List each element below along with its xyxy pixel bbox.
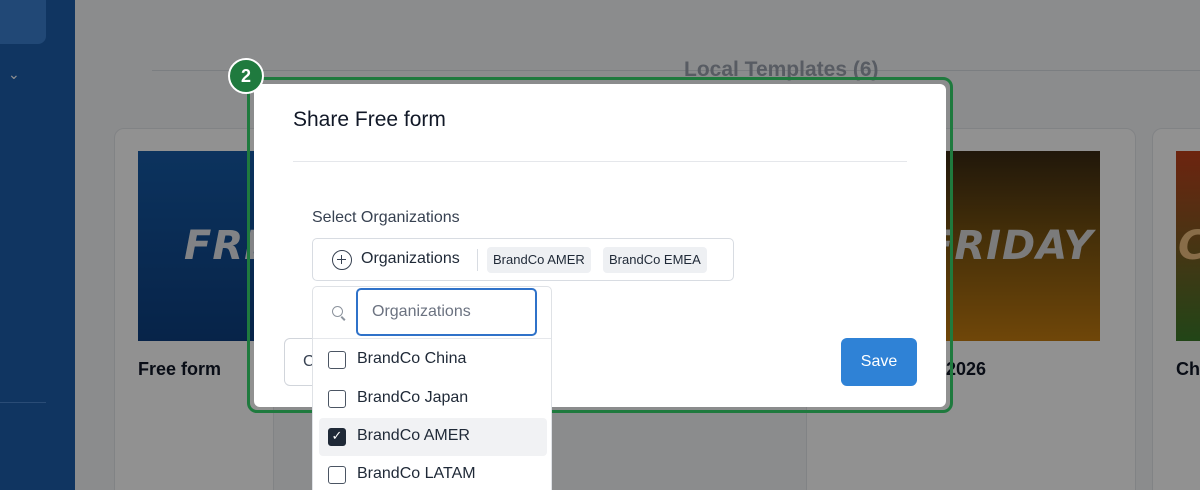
checkbox[interactable] — [328, 390, 346, 408]
selected-org-chip: BrandCo EMEA — [603, 247, 707, 273]
select-organizations-label: Select Organizations — [312, 209, 460, 226]
plus-circle-icon[interactable] — [332, 250, 352, 270]
organizations-button-label[interactable]: Organizations — [361, 250, 460, 268]
checkbox[interactable] — [328, 351, 346, 369]
step-number-badge: 2 — [228, 58, 264, 94]
search-icon — [332, 306, 343, 317]
dropdown-option[interactable]: BrandCo Japan — [319, 380, 547, 418]
dropdown-option[interactable]: ✓ BrandCo AMER — [319, 418, 547, 456]
selector-separator — [477, 249, 478, 271]
dropdown-search-row — [313, 287, 551, 339]
option-label: BrandCo China — [357, 350, 467, 367]
checkbox[interactable] — [328, 466, 346, 484]
organizations-search-input[interactable] — [356, 288, 537, 336]
option-label: BrandCo Japan — [357, 389, 469, 406]
save-button[interactable]: Save — [841, 338, 917, 386]
option-label: BrandCo AMER — [357, 427, 470, 444]
modal-title: Share Free form — [293, 108, 446, 131]
organizations-selector[interactable]: Organizations BrandCo AMER BrandCo EMEA — [312, 238, 734, 281]
checkbox[interactable]: ✓ — [328, 428, 346, 446]
dropdown-option[interactable]: BrandCo LATAM — [319, 456, 547, 490]
dropdown-option[interactable]: BrandCo China — [319, 341, 547, 379]
option-label: BrandCo LATAM — [357, 465, 476, 482]
modal-divider — [293, 161, 907, 162]
selected-org-chip: BrandCo AMER — [487, 247, 591, 273]
organizations-dropdown: BrandCo China BrandCo Japan ✓ BrandCo AM… — [312, 286, 552, 490]
